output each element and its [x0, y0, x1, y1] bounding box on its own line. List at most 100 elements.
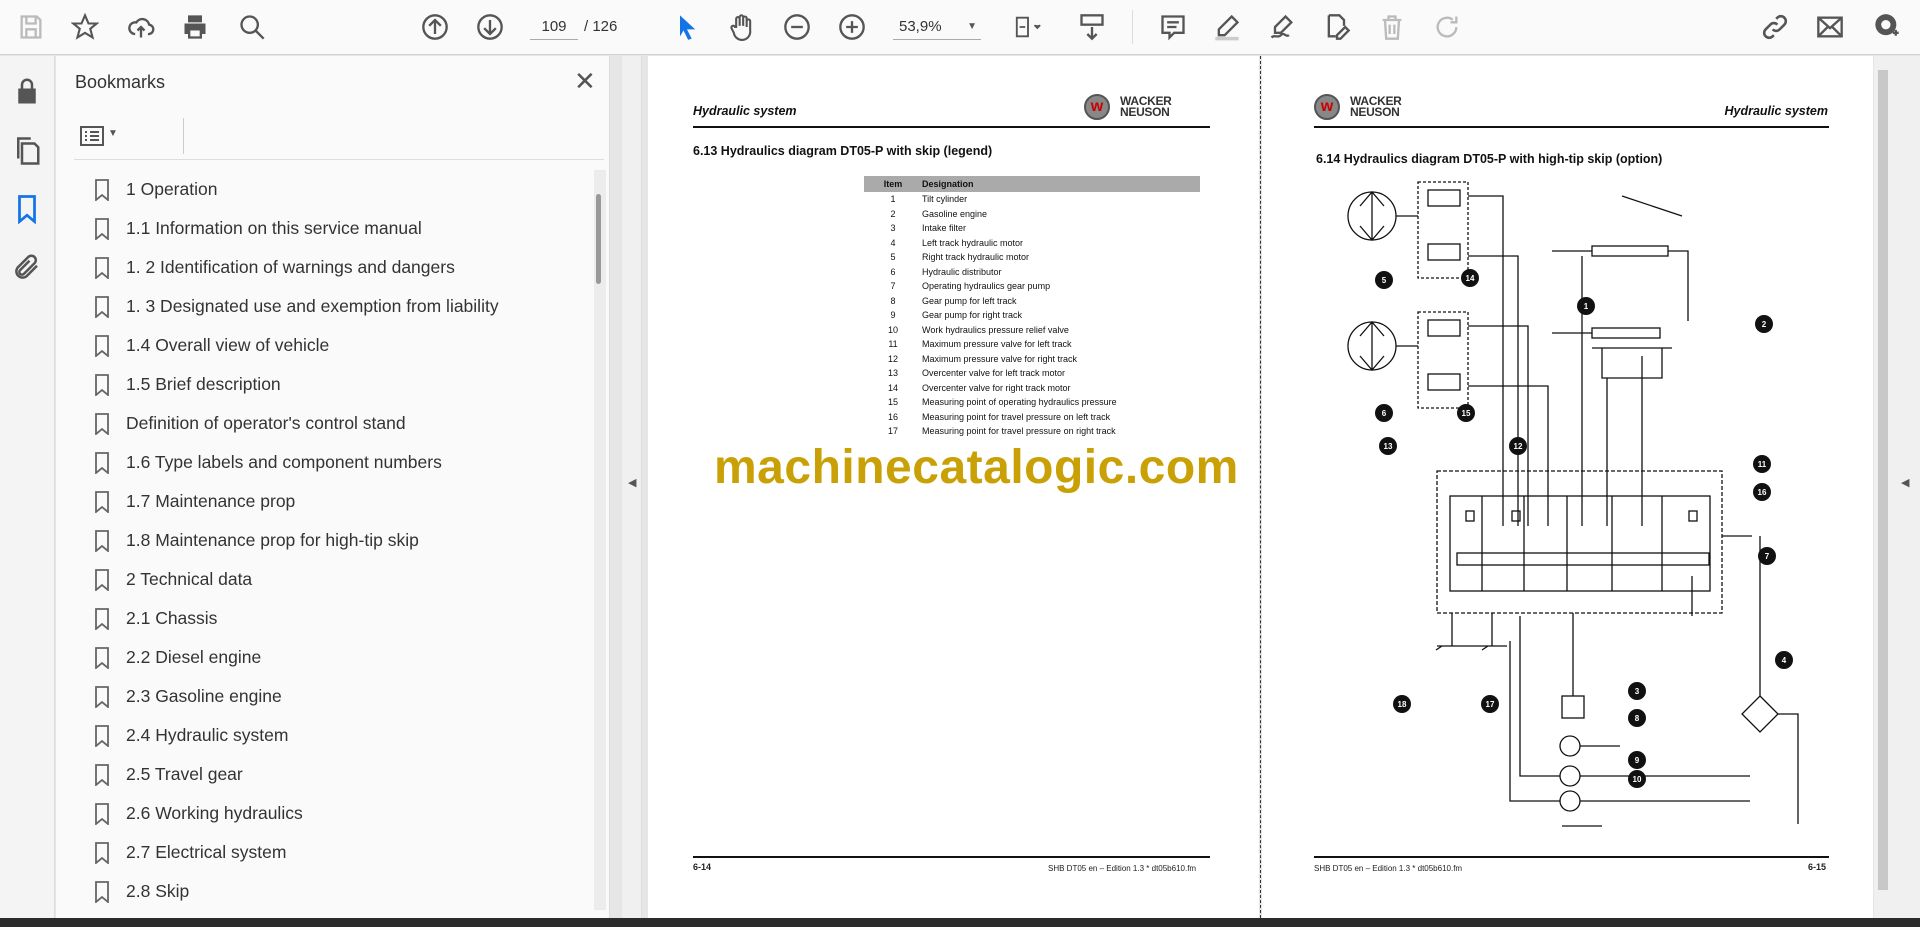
bookmark-scrollbar[interactable] [594, 170, 606, 910]
svg-text:15: 15 [1462, 409, 1471, 418]
share-link-icon[interactable] [1758, 10, 1792, 44]
toolbar: 109 / 126 53,9% ▼ [0, 0, 1920, 55]
legend-designation: Intake filter [922, 223, 967, 234]
bookmark-item[interactable]: 1. 2 Identification of warnings and dang… [74, 248, 584, 287]
bookmark-item[interactable]: 2.3 Gasoline engine [74, 677, 584, 716]
page-number-input[interactable]: 109 [530, 14, 578, 40]
callout-5: 5 [1375, 271, 1393, 289]
header-rule [693, 126, 1210, 128]
bookmark-item[interactable]: 2.5 Travel gear [74, 755, 584, 794]
zoom-dropdown[interactable]: 53,9% ▼ [893, 14, 981, 40]
delete-icon[interactable] [1375, 10, 1409, 44]
bookmark-item[interactable]: 2 Technical data [74, 560, 584, 599]
bookmark-item[interactable]: 1.6 Type labels and component numbers [74, 443, 584, 482]
expand-right-panel-button[interactable]: ◀ [1892, 56, 1920, 918]
bookmark-star-icon[interactable] [68, 10, 102, 44]
wacker-neuson-logo: w WACKER NEUSON [1084, 94, 1172, 120]
legend-item: 11 [888, 339, 898, 350]
bookmark-item[interactable]: 1.8 Maintenance prop for high-tip skip [74, 521, 584, 560]
callout-6: 6 [1375, 404, 1393, 422]
bookmark-item[interactable]: Definition of operator's control stand [74, 404, 584, 443]
rotate-icon[interactable] [1430, 10, 1464, 44]
svg-text:7: 7 [1765, 552, 1770, 561]
page-down-icon[interactable] [473, 10, 507, 44]
legend-row: 14 Overcenter valve for right track motor [864, 381, 1200, 396]
edit-text-icon[interactable] [1320, 10, 1354, 44]
close-icon[interactable]: ✕ [574, 68, 596, 94]
zoom-in-icon[interactable] [835, 10, 869, 44]
bookmark-icon[interactable] [12, 194, 42, 225]
search-zoom-icon[interactable] [235, 10, 269, 44]
scrollbar-thumb[interactable] [1878, 70, 1888, 890]
page-header: Hydraulic system [693, 104, 797, 118]
legend-designation: Right track hydraulic motor [922, 252, 1030, 263]
legend-designation: Work hydraulics pressure relief valve [922, 324, 1069, 335]
sign-icon[interactable] [1265, 10, 1299, 44]
hand-pan-icon[interactable] [725, 10, 759, 44]
email-icon[interactable] [1813, 10, 1847, 44]
bookmark-item[interactable]: 1.1 Information on this service manual [74, 209, 584, 248]
legend-designation: Measuring point of operating hydraulics … [922, 397, 1117, 408]
left-tool-rail [0, 56, 55, 918]
bookmark-item[interactable]: 1 Operation [74, 170, 584, 209]
scrollbar-thumb[interactable] [596, 194, 601, 284]
bookmark-item[interactable]: 1.5 Brief description [74, 365, 584, 404]
legend-row: 16 Measuring point for travel pressure on… [864, 410, 1200, 425]
account-icon[interactable] [1870, 10, 1904, 44]
bookmark-item[interactable]: 2.6 Working hydraulics [74, 794, 584, 833]
callout-16: 16 [1753, 483, 1771, 501]
bookmark-item[interactable]: 2.1 Chassis [74, 599, 584, 638]
attachment-icon[interactable] [12, 252, 42, 282]
panel-title: Bookmarks [75, 72, 166, 92]
comment-icon[interactable] [1156, 10, 1190, 44]
bookmark-label: 1.4 Overall view of vehicle [126, 335, 330, 355]
svg-text:9: 9 [1635, 756, 1640, 765]
page-up-icon[interactable] [418, 10, 452, 44]
bookmark-label: 1 Operation [126, 179, 218, 199]
fit-page-icon[interactable] [1005, 10, 1051, 44]
svg-text:14: 14 [1466, 274, 1475, 283]
bookmark-item[interactable]: 2.4 Hydraulic system [74, 716, 584, 755]
bookmark-item[interactable]: 1.4 Overall view of vehicle [74, 326, 584, 365]
highlight-pen-icon[interactable] [1210, 10, 1244, 44]
legend-row: 6 Hydraulic distributor [864, 265, 1200, 280]
scroll-mode-icon[interactable] [1075, 10, 1109, 44]
bookmark-label: 2.6 Working hydraulics [126, 803, 303, 823]
callout-8: 8 [1628, 709, 1646, 727]
watermark: machinecatalogic.com [714, 441, 1239, 494]
bookmark-item[interactable]: 2.8 Skip [74, 872, 584, 910]
legend-item: 9 [890, 310, 896, 321]
bookmark-item[interactable]: 2.7 Electrical system [74, 833, 584, 872]
bookmarks-panel: Bookmarks ✕ ▼ 1 Operation 1.1 Information… [56, 56, 610, 918]
legend-item: 8 [890, 295, 896, 306]
legend-row: 4 Left track hydraulic motor [864, 236, 1200, 251]
taskbar [0, 918, 1920, 927]
lock-icon[interactable] [12, 76, 42, 106]
chevron-left-icon: ◀ [628, 477, 637, 489]
zoom-out-icon[interactable] [780, 10, 814, 44]
pages-icon[interactable] [12, 136, 42, 166]
legend-item: 14 [887, 382, 898, 393]
bookmark-item[interactable]: 1.7 Maintenance prop [74, 482, 584, 521]
page-footer: SHB DT05 en – Edition 1.3 * dt05b610.fm [1048, 864, 1197, 873]
save-icon[interactable] [14, 10, 48, 44]
bookmark-label: 1.1 Information on this service manual [126, 218, 422, 238]
print-icon[interactable] [178, 10, 212, 44]
callout-12: 12 [1509, 437, 1527, 455]
svg-text:16: 16 [1758, 488, 1767, 497]
document-scrollbar[interactable] [1874, 56, 1892, 918]
zoom-value: 53,9% [899, 18, 942, 35]
legend-designation: Gear pump for left track [922, 295, 1017, 306]
legend-item: 4 [890, 237, 896, 248]
select-cursor-icon[interactable] [670, 10, 704, 44]
collapse-panel-button[interactable]: ◀ [622, 56, 642, 918]
bookmark-options-button[interactable]: ▼ [74, 118, 184, 154]
bookmark-item[interactable]: 1. 3 Designated use and exemption from l… [74, 287, 584, 326]
legend-designation: Overcenter valve for left track motor [922, 368, 1066, 379]
upload-cloud-icon[interactable] [124, 10, 158, 44]
bookmark-item[interactable]: 2.2 Diesel engine [74, 638, 584, 677]
callout-11: 11 [1753, 455, 1771, 473]
legend-row: 3 Intake filter [864, 221, 1200, 236]
bookmark-label: 1.5 Brief description [126, 374, 281, 394]
svg-text:1: 1 [1584, 302, 1589, 311]
